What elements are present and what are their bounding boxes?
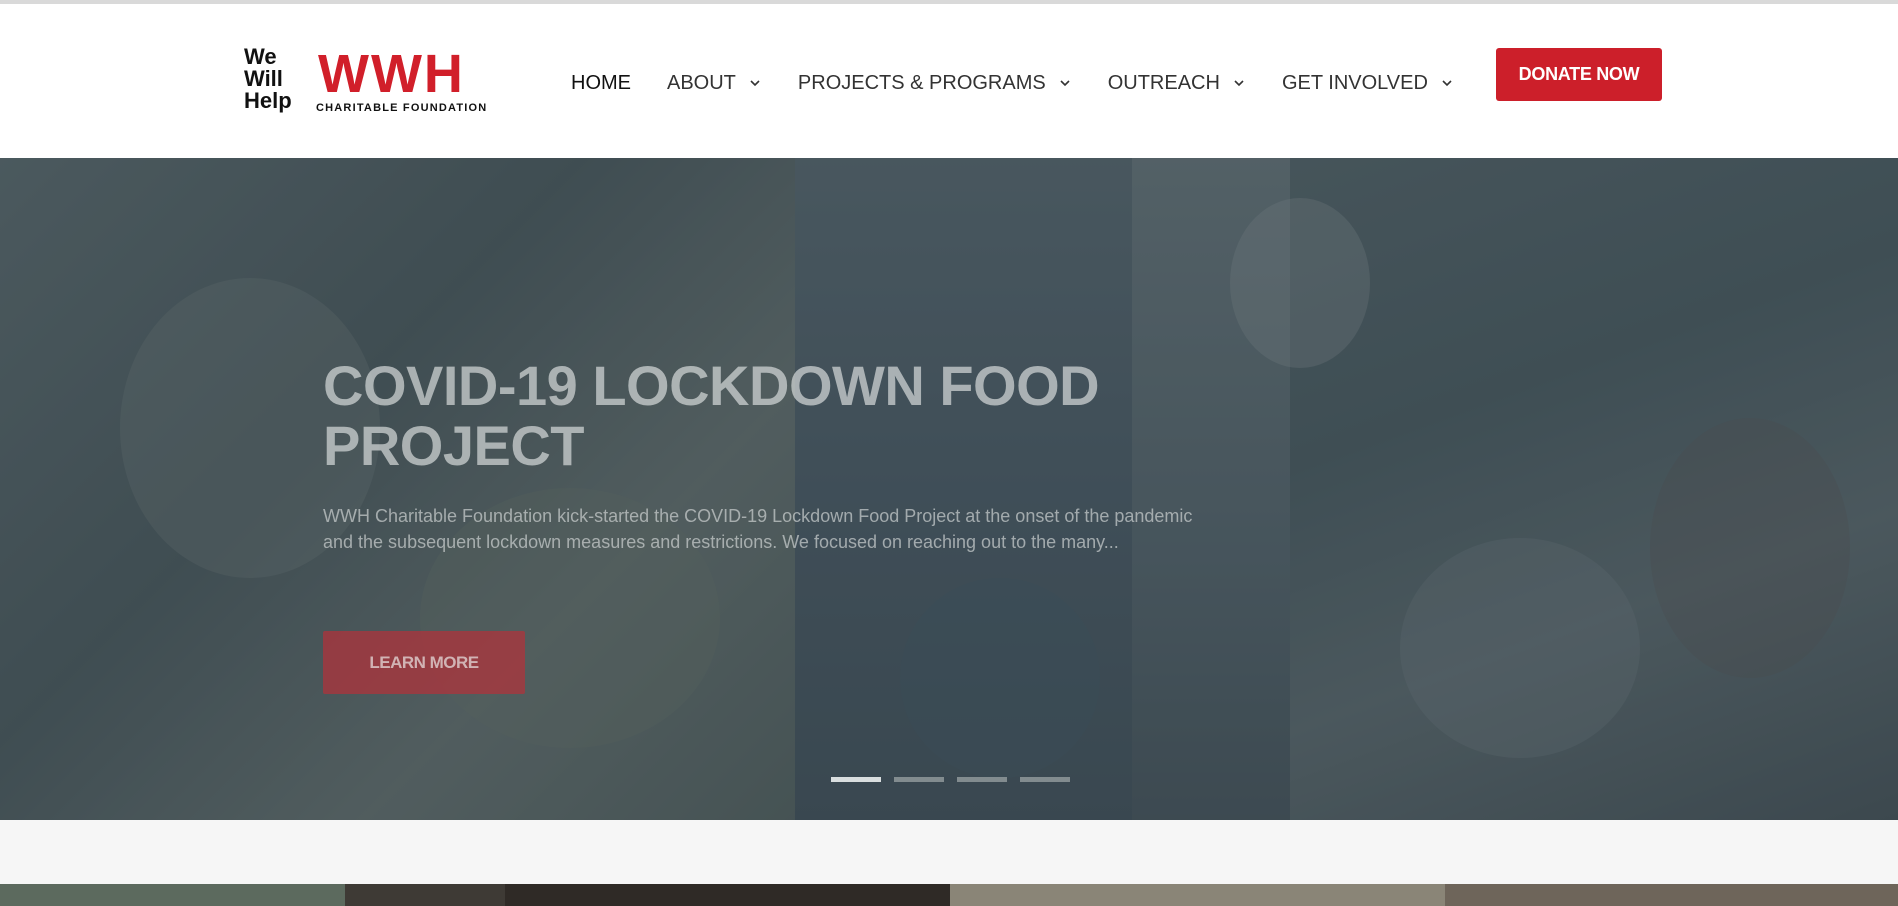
section-spacer [0,820,1898,884]
gallery-thumb[interactable] [950,884,1445,906]
chevron-down-icon [1234,80,1244,87]
nav-outreach[interactable]: OUTREACH [1108,72,1246,95]
nav-home-label: HOME [571,71,631,94]
nav-outreach-label: OUTREACH [1107,71,1220,94]
chevron-down-icon [750,80,760,87]
hero-description: WWH Charitable Foundation kick-started t… [323,506,1193,552]
gallery-strip [0,884,1898,906]
hero-title: COVID-19 LOCKDOWN FOOD PROJECT [323,354,1100,477]
site-header: We Will Help WWH CHARITABLE FOUNDATION H… [0,4,1898,158]
hero-slider: COVID-19 LOCKDOWN FOOD PROJECT WWH Chari… [0,158,1898,820]
logo-subtitle: CHARITABLE FOUNDATION [316,102,488,114]
gallery-thumb[interactable] [505,884,950,906]
donate-now-button[interactable]: DONATE NOW [1496,48,1662,101]
nav-projects-label: PROJECTS & PROGRAMS [797,71,1046,94]
nav-about-label: ABOUT [667,71,736,94]
nav-get-involved[interactable]: GET INVOLVED [1282,72,1454,95]
logo-line-will: Will [244,66,283,91]
main-nav: HOME ABOUT PROJECTS & PROGRAMS OUTREACH … [571,68,1490,98]
logo-line-we: We [244,44,277,69]
gallery-thumb[interactable] [0,884,345,906]
slider-dot-2[interactable] [894,777,944,782]
gallery-thumb[interactable] [345,884,505,906]
chevron-down-icon [1060,80,1070,87]
chevron-down-icon [1442,80,1452,87]
logo-line-help: Help [244,88,292,113]
slider-dot-1[interactable] [831,777,881,782]
nav-home[interactable]: HOME [571,72,631,95]
logo-we-will-help: We Will Help [244,46,310,118]
slider-dot-4[interactable] [1020,777,1070,782]
site-logo[interactable]: We Will Help WWH CHARITABLE FOUNDATION [244,44,488,122]
slider-pagination [831,777,1083,782]
nav-projects-programs[interactable]: PROJECTS & PROGRAMS [798,72,1072,95]
slider-dot-3[interactable] [957,777,1007,782]
hero-overlay [0,158,1898,820]
nav-get-involved-label: GET INVOLVED [1281,71,1428,94]
nav-about[interactable]: ABOUT [667,72,762,95]
learn-more-button[interactable]: LEARN MORE [323,631,525,694]
logo-wordmark: WWH [318,44,465,104]
gallery-thumb[interactable] [1445,884,1898,906]
